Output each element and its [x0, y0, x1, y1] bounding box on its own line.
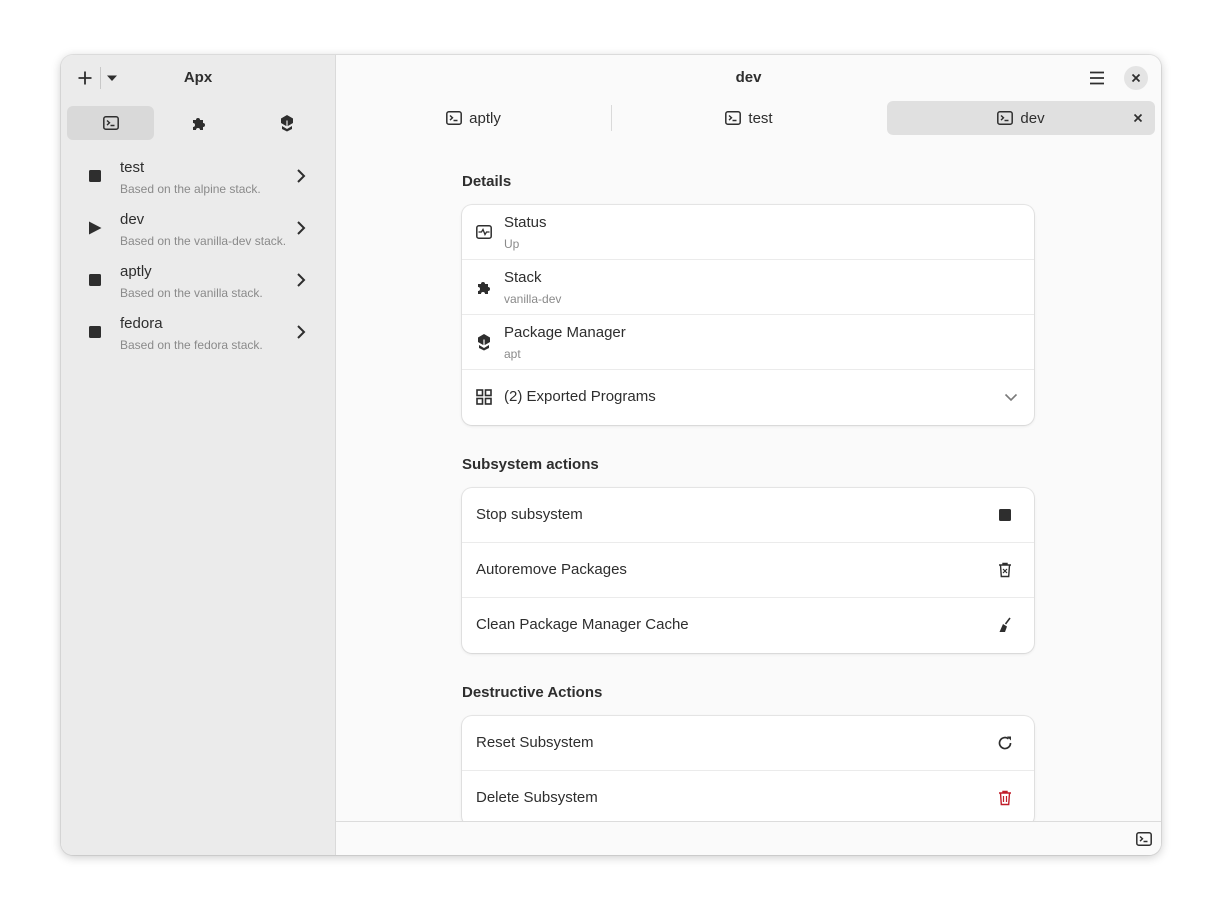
chevron-right-icon: [294, 323, 308, 341]
page-title: dev: [735, 69, 762, 86]
row-title: Status: [504, 214, 547, 231]
trash-x-icon[interactable]: [996, 561, 1014, 579]
chevron-right-icon: [294, 271, 308, 289]
subsystem-actions-card: Stop subsystem Autoremove Packages Clean…: [462, 488, 1034, 653]
close-icon: [1131, 73, 1141, 83]
stopped-status-icon: [88, 325, 102, 339]
main-pane: dev aptly test dev Details Status Up Sta…: [336, 55, 1161, 855]
main-menu-button[interactable]: [1085, 66, 1109, 90]
tab-close-button[interactable]: [1131, 111, 1145, 125]
stack-row: Stack vanilla-dev: [462, 260, 1034, 315]
row-title: Clean Package Manager Cache: [476, 616, 689, 633]
sidebar: Apx test Based on the alpine stack. dev …: [61, 55, 336, 855]
header-bar: dev: [336, 55, 1161, 101]
package-icon: [280, 115, 293, 132]
subsystem-name: fedora: [120, 315, 163, 332]
subsystem-subtitle: Based on the fedora stack.: [120, 338, 263, 352]
sidebar-header: Apx: [61, 55, 335, 101]
row-subtitle: Up: [504, 237, 520, 251]
view-switcher: [67, 106, 331, 140]
sidebar-item-dev[interactable]: dev Based on the vanilla-dev stack.: [61, 205, 335, 257]
view-switcher-package-managers[interactable]: [243, 106, 330, 140]
destructive-actions-section-title: Destructive Actions: [462, 684, 603, 701]
details-card: Status Up Stack vanilla-dev Package Mana…: [462, 205, 1034, 425]
row-title: Package Manager: [504, 324, 626, 341]
subsystem-detail-content: Details Status Up Stack vanilla-dev Pack…: [336, 135, 1161, 821]
view-switcher-stacks[interactable]: [155, 106, 242, 140]
sidebar-title: Apx: [183, 69, 213, 86]
row-title: Stack: [504, 269, 542, 286]
terminal-icon: [102, 116, 119, 130]
row-title: Delete Subsystem: [476, 789, 598, 806]
destructive-actions-card: Reset Subsystem Delete Subsystem: [462, 716, 1034, 821]
subsystem-subtitle: Based on the alpine stack.: [120, 182, 261, 196]
package-manager-row: Package Manager apt: [462, 315, 1034, 370]
exported-programs-expander[interactable]: (2) Exported Programs: [462, 370, 1034, 425]
chevron-right-icon: [294, 219, 308, 237]
delete-icon[interactable]: [996, 789, 1014, 807]
sidebar-item-fedora[interactable]: fedora Based on the fedora stack.: [61, 309, 335, 361]
reset-icon[interactable]: [996, 734, 1014, 752]
terminal-icon: [446, 111, 463, 125]
row-subtitle: vanilla-dev: [504, 292, 562, 306]
row-title: (2) Exported Programs: [504, 388, 656, 405]
tab-bar: aptly test dev: [336, 101, 1161, 135]
open-console-button[interactable]: [1135, 830, 1153, 848]
autoremove-packages-row[interactable]: Autoremove Packages: [462, 543, 1034, 598]
delete-subsystem-row[interactable]: Delete Subsystem: [462, 771, 1034, 821]
subsystem-name: dev: [120, 211, 145, 228]
tab-test[interactable]: test: [612, 101, 886, 135]
row-title: Stop subsystem: [476, 506, 583, 523]
subsystem-subtitle: Based on the vanilla stack.: [120, 286, 263, 300]
status-row: Status Up: [462, 205, 1034, 260]
puzzle-icon: [192, 118, 205, 130]
tab-label: aptly: [469, 109, 501, 127]
subsystem-actions-section-title: Subsystem actions: [462, 456, 599, 473]
hamburger-menu-icon: [1090, 71, 1104, 85]
subsystem-name: test: [120, 159, 145, 176]
broom-icon[interactable]: [996, 616, 1014, 634]
window-close-button[interactable]: [1124, 66, 1148, 90]
stopped-status-icon: [88, 273, 102, 287]
sidebar-item-aptly[interactable]: aptly Based on the vanilla stack.: [61, 257, 335, 309]
subsystem-subtitle: Based on the vanilla-dev stack.: [120, 234, 287, 248]
tab-label: dev: [1020, 109, 1045, 127]
tab-dev[interactable]: dev: [887, 101, 1155, 135]
subsystem-name: aptly: [120, 263, 152, 280]
terminal-icon: [1136, 832, 1152, 846]
clean-cache-row[interactable]: Clean Package Manager Cache: [462, 598, 1034, 653]
chevron-right-icon: [294, 167, 308, 185]
close-icon: [1133, 113, 1143, 123]
grid-icon: [475, 388, 493, 406]
details-section-title: Details: [462, 173, 512, 190]
bottom-toolbar: [336, 821, 1161, 855]
package-icon: [475, 333, 493, 351]
puzzle-icon: [475, 278, 493, 296]
view-switcher-subsystems[interactable]: [67, 106, 154, 140]
terminal-icon: [997, 111, 1014, 125]
tab-label: test: [748, 109, 773, 127]
terminal-icon: [725, 111, 742, 125]
chevron-down-icon: [1002, 388, 1020, 406]
stopped-status-icon: [88, 169, 102, 183]
subsystem-list: test Based on the alpine stack. dev Base…: [61, 153, 335, 361]
sidebar-item-test[interactable]: test Based on the alpine stack.: [61, 153, 335, 205]
app-window: Apx test Based on the alpine stack. dev …: [61, 55, 1161, 855]
tab-aptly[interactable]: aptly: [336, 101, 611, 135]
running-status-icon: [88, 221, 102, 235]
row-title: Autoremove Packages: [476, 561, 627, 578]
row-subtitle: apt: [504, 347, 521, 361]
status-monitor-icon: [475, 223, 493, 241]
stop-icon[interactable]: [996, 506, 1014, 524]
row-title: Reset Subsystem: [476, 734, 594, 751]
stop-subsystem-row[interactable]: Stop subsystem: [462, 488, 1034, 543]
reset-subsystem-row[interactable]: Reset Subsystem: [462, 716, 1034, 771]
